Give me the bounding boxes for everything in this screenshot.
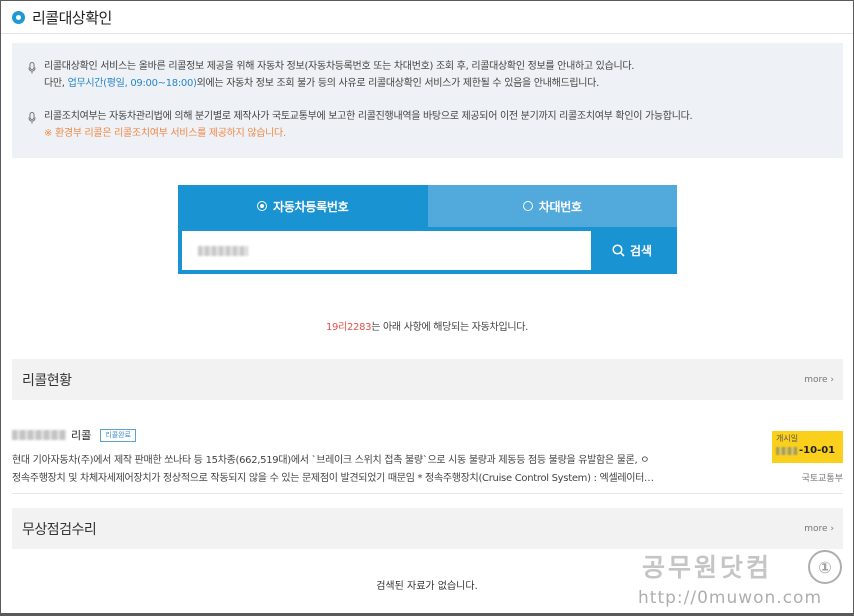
notice-line-3: 리콜조치여부는 자동차관리법에 의해 분기별로 제작사가 국토교통부에 보고한 …: [44, 111, 693, 122]
start-date-value: -10-01: [776, 444, 843, 458]
search-type-tabs: 자동차등록번호 차대번호: [178, 185, 677, 227]
notice-line-2-suffix: 외에는 자동차 정보 조회 불가 등의 사유로 리콜대상확인 서비스가 제한될 …: [196, 78, 600, 89]
notice-item-2: 리콜조치여부는 자동차관리법에 의해 분기별로 제작사가 국토교통부에 보고한 …: [28, 108, 827, 142]
search-button-label: 검색: [629, 244, 653, 258]
search-button[interactable]: 검색: [591, 231, 673, 270]
recall-section-header: 리콜현황 more ›: [12, 359, 843, 400]
recall-item-title: 리콜 리콜완료: [12, 427, 843, 443]
agency-label: 국토교통부: [801, 474, 843, 484]
microphone-icon: [28, 58, 37, 92]
blurred-input-value: [198, 245, 248, 256]
notice-warning: ※ 환경부 리콜은 리콜조치여부 서비스를 제공하지 않습니다.: [44, 128, 286, 139]
result-plate: 19리2283: [325, 322, 372, 333]
plate-search-input[interactable]: [182, 231, 591, 270]
free-repair-section-title: 무상점검수리: [22, 521, 97, 538]
chevron-right-icon: ›: [830, 374, 834, 385]
watermark-text: 공무원닷컴: [642, 553, 773, 582]
row-divider: [12, 493, 843, 494]
recall-item-description: 현대 기아자동차(주)에서 제작 판매한 쏘나타 등 15차종(662,519대…: [12, 452, 757, 488]
radio-unchecked-icon: [522, 201, 533, 211]
tab-vin-label: 차대번호: [538, 199, 582, 214]
tab-vin[interactable]: 차대번호: [427, 185, 677, 227]
notice-line-1: 리콜대상확인 서비스는 올바른 리콜정보 제공을 위해 자동차 정보(자동차등록…: [44, 61, 635, 72]
tab-registration-number[interactable]: 자동차등록번호: [178, 185, 428, 227]
search-row: 검색: [182, 231, 673, 270]
vehicle-search-box: 자동차등록번호 차대번호 검색: [178, 185, 677, 274]
free-repair-more-label: more: [804, 523, 828, 534]
radio-checked-icon: [257, 201, 268, 211]
blurred-year: [776, 447, 798, 455]
start-date-label: 개시일: [776, 434, 799, 443]
microphone-icon: [28, 108, 37, 142]
page-title-text: 리콜대상확인: [32, 9, 112, 27]
recall-desc-line-1: 현대 기아자동차(주)에서 제작 판매한 쏘나타 등 15차종(662,519대…: [12, 455, 650, 466]
recall-section-title: 리콜현황: [22, 372, 72, 389]
result-text: 는 아래 사항에 해당되는 자동차입니다.: [371, 322, 529, 333]
page-title: 리콜대상확인: [12, 7, 112, 28]
start-date-box: 개시일 -10-01: [772, 431, 843, 463]
tab-registration-label: 자동차등록번호: [273, 199, 349, 214]
recall-item-name: 리콜: [71, 429, 92, 442]
free-repair-more-link[interactable]: more ›: [804, 524, 834, 534]
chevron-right-icon: ›: [830, 523, 834, 534]
title-divider: [1, 33, 853, 34]
result-message: 19리2283는 아래 사항에 해당되는 자동차입니다.: [0, 318, 854, 333]
recall-desc-line-2: 정속주행장치 및 차체자세제어장치가 정상적으로 작동되지 않을 수 있는 문제…: [12, 473, 654, 484]
recall-list-item[interactable]: 리콜 리콜완료 현대 기아자동차(주)에서 제작 판매한 쏘나타 등 15차종(…: [12, 427, 843, 497]
business-hours-text: 업무시간(평일, 09:00~18:00): [67, 78, 197, 89]
watermark-url: http://0muwon.com: [638, 588, 823, 608]
status-badge: 리콜완료: [100, 428, 137, 442]
watermark-logo-icon: ①: [808, 550, 842, 584]
notice-line-2-prefix: 다만,: [44, 78, 68, 89]
free-repair-section-header: 무상점검수리 more ›: [12, 508, 843, 549]
circle-dot-icon: [12, 11, 25, 24]
recall-more-link[interactable]: more ›: [804, 375, 834, 385]
blurred-manufacturer: [12, 430, 66, 440]
recall-more-label: more: [804, 374, 828, 385]
watermark: 공무원닷컴 http://0muwon.com ①: [638, 548, 842, 614]
start-date-text: -10-01: [799, 445, 836, 456]
search-icon: [612, 244, 625, 257]
notice-box: 리콜대상확인 서비스는 올바른 리콜정보 제공을 위해 자동차 정보(자동차등록…: [12, 43, 843, 158]
notice-line-2: 다만, 업무시간(평일, 09:00~18:00)외에는 자동차 정보 조회 불…: [44, 75, 634, 92]
notice-item-1: 리콜대상확인 서비스는 올바른 리콜정보 제공을 위해 자동차 정보(자동차등록…: [28, 58, 827, 92]
